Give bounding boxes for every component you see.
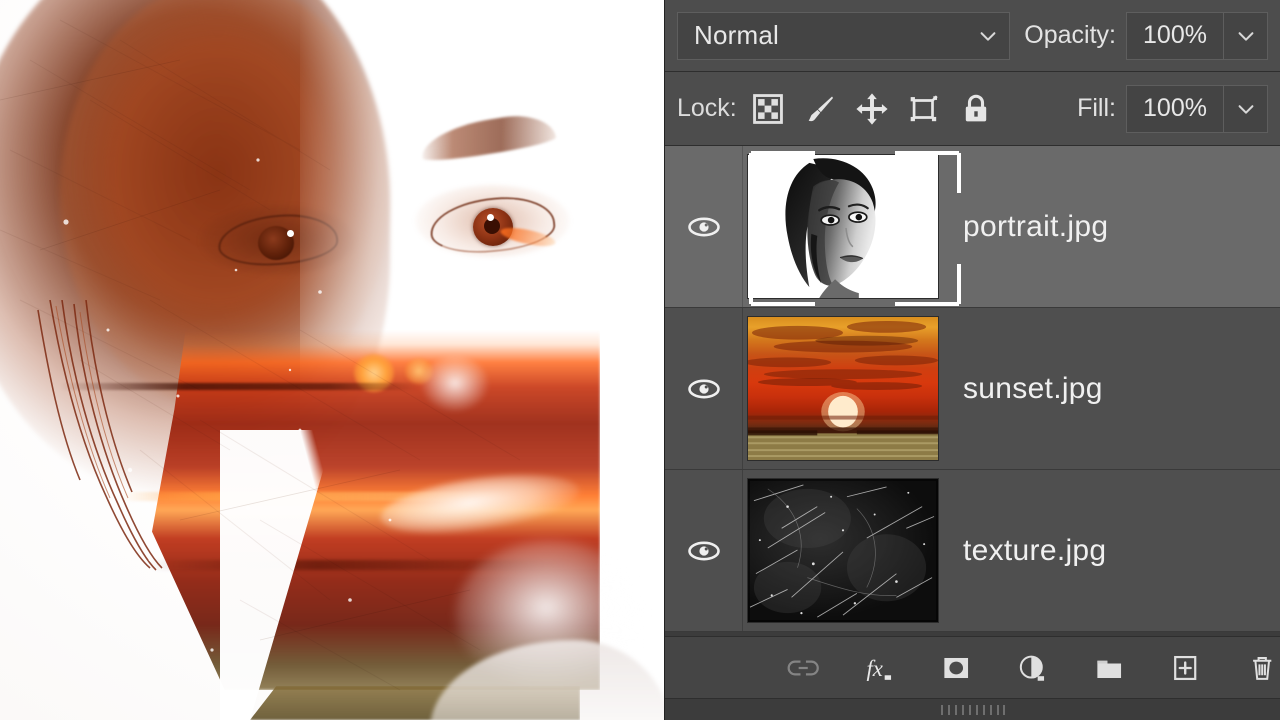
layer-name-sunset: sunset.jpg	[963, 371, 1103, 405]
canvas-dust-specks	[0, 0, 664, 720]
new-layer-icon[interactable]	[1167, 648, 1203, 688]
fill-value: 100%	[1143, 94, 1207, 122]
eye-icon	[687, 377, 721, 401]
layer-mask-icon[interactable]	[938, 648, 974, 688]
lock-transparent-pixels-icon[interactable]	[751, 92, 785, 126]
eye-icon	[687, 539, 721, 563]
layer-row-texture[interactable]: texture.jpg	[665, 470, 1280, 632]
opacity-stepper-button[interactable]	[1224, 11, 1268, 60]
lock-artboard-nesting-icon[interactable]	[907, 92, 941, 126]
layer-thumbnail-texture	[747, 478, 939, 623]
panel-resize-grip-icon	[938, 704, 1008, 716]
chevron-down-icon	[1235, 98, 1257, 120]
lock-row: Lock: Fill: 100%	[665, 72, 1280, 146]
adjustment-layer-icon[interactable]	[1014, 648, 1050, 688]
fill-input[interactable]: 100%	[1126, 84, 1224, 133]
eye-icon	[687, 215, 721, 239]
layers-panel: Normal Opacity: 100% Lock: Fill: 100% po…	[664, 0, 1280, 720]
layer-thumbnail-sunset	[747, 316, 939, 461]
layer-thumbnail-wrap-texture[interactable]	[743, 475, 943, 627]
chevron-down-icon	[1235, 25, 1257, 47]
blend-mode-select[interactable]: Normal	[677, 11, 1011, 60]
fill-label: Fill:	[1077, 94, 1116, 122]
fill-stepper-button[interactable]	[1224, 84, 1268, 133]
layer-visibility-toggle-sunset[interactable]	[665, 308, 743, 469]
layers-panel-toolbar: fx	[665, 636, 1280, 698]
layer-row-portrait[interactable]: portrait.jpg	[665, 146, 1280, 308]
photoshop-window: Normal Opacity: 100% Lock: Fill: 100% po…	[0, 0, 1280, 720]
layer-name-portrait: portrait.jpg	[963, 209, 1109, 243]
lock-image-pixels-brush-icon[interactable]	[803, 92, 837, 126]
svg-text:fx: fx	[867, 656, 883, 681]
opacity-value: 100%	[1143, 21, 1207, 49]
layer-thumbnail-wrap-portrait[interactable]	[743, 150, 961, 306]
layer-row-sunset[interactable]: sunset.jpg	[665, 308, 1280, 470]
layer-visibility-toggle-portrait[interactable]	[665, 146, 743, 307]
link-layers-icon[interactable]	[785, 648, 821, 688]
delete-layer-trash-icon[interactable]	[1244, 648, 1280, 688]
lock-position-move-icon[interactable]	[855, 92, 889, 126]
opacity-label: Opacity:	[1024, 21, 1116, 49]
layer-list[interactable]: portrait.jpg sunset.jpg texture.jpg	[665, 146, 1280, 636]
canvas-image-area[interactable]	[0, 0, 664, 720]
lock-all-padlock-icon[interactable]	[959, 92, 993, 126]
opacity-input[interactable]: 100%	[1126, 11, 1224, 60]
blend-mode-label: Normal	[694, 20, 779, 50]
blend-mode-row: Normal Opacity: 100%	[665, 0, 1280, 72]
new-group-folder-icon[interactable]	[1091, 648, 1127, 688]
lock-label: Lock:	[677, 94, 737, 122]
panel-resize-bar[interactable]	[665, 698, 1280, 720]
layer-thumbnail-portrait	[747, 154, 939, 299]
layer-visibility-toggle-texture[interactable]	[665, 470, 743, 631]
layer-thumbnail-wrap-sunset[interactable]	[743, 313, 943, 465]
layer-name-texture: texture.jpg	[963, 533, 1107, 567]
layer-style-fx-icon[interactable]: fx	[861, 648, 897, 688]
chevron-down-icon	[977, 25, 999, 47]
